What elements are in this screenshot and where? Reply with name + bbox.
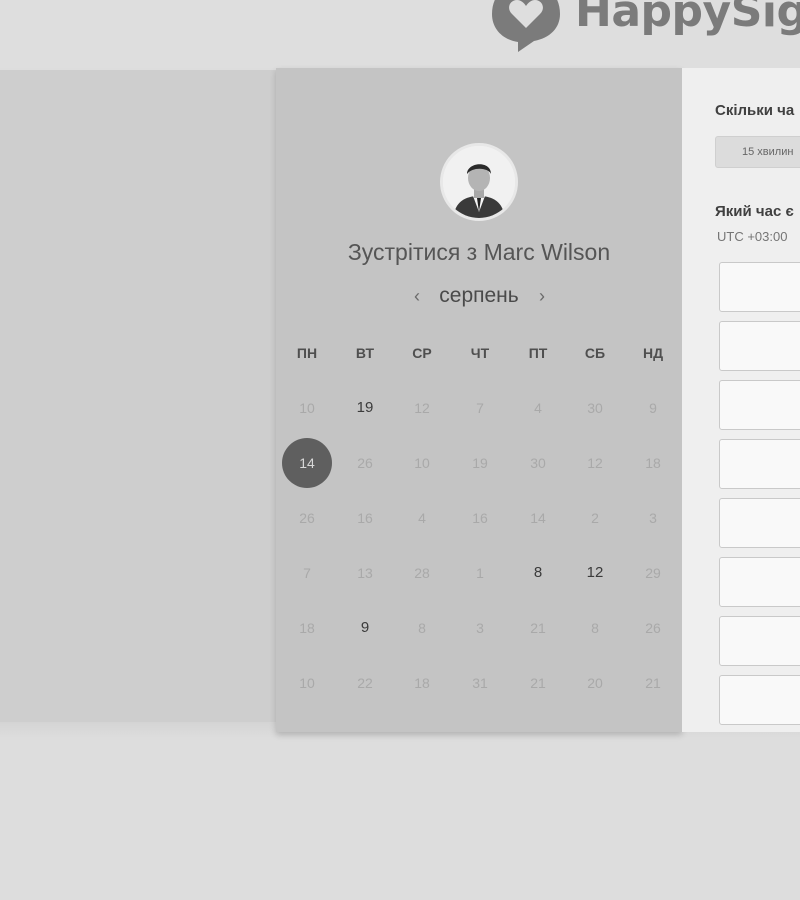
calendar-day: 30	[530, 455, 546, 471]
calendar-day: 20	[587, 675, 603, 691]
calendar-day: 8	[591, 620, 599, 636]
available-day[interactable]: 12	[570, 548, 620, 598]
available-day[interactable]: 19	[340, 383, 390, 433]
calendar-day: 13	[357, 565, 373, 581]
time-question: Який час є	[715, 203, 794, 220]
calendar-day: 21	[530, 675, 546, 691]
chevron-right-icon[interactable]: ›	[534, 286, 550, 307]
calendar-day: 28	[414, 565, 430, 581]
calendar-day: 8	[418, 620, 426, 636]
calendar-day: 14	[530, 510, 546, 526]
weekday-label: ПН	[296, 345, 318, 361]
time-slot[interactable]	[719, 616, 800, 666]
calendar-day: 1	[476, 565, 484, 581]
calendar-panel: Зустрітися з Marc Wilson серпень ‹ › ПН В…	[276, 68, 682, 732]
header: HappySign	[0, 0, 800, 68]
calendar-day: 4	[418, 510, 426, 526]
calendar-day: 31	[472, 675, 488, 691]
calendar-day: 26	[357, 455, 373, 471]
weekday-label: СР	[412, 345, 432, 361]
calendar-day: 29	[645, 565, 661, 581]
calendar-day: 16	[357, 510, 373, 526]
time-slot[interactable]	[719, 321, 800, 371]
selected-day[interactable]: 14	[282, 438, 332, 488]
user-avatar-photo	[443, 146, 515, 218]
calendar-day: 10	[299, 400, 315, 416]
calendar-day: 7	[303, 565, 311, 581]
calendar-day: 26	[645, 620, 661, 636]
calendar-day: 21	[645, 675, 661, 691]
avatar	[440, 143, 518, 221]
weekday-label: СБ	[584, 345, 606, 361]
time-slot[interactable]	[719, 557, 800, 607]
calendar-day: 2	[591, 510, 599, 526]
calendar-day: 22	[357, 675, 373, 691]
weekday-label: ВТ	[355, 345, 375, 361]
calendar-day: 10	[414, 455, 430, 471]
booking-panel: Скільки ча 15 хвилин Який час є UTC +03:…	[682, 68, 800, 732]
weekday-label: ПТ	[528, 345, 548, 361]
chevron-left-icon[interactable]: ‹	[409, 286, 425, 307]
left-panel	[0, 70, 276, 722]
calendar-day: 3	[476, 620, 484, 636]
available-day[interactable]: 8	[513, 548, 563, 598]
calendar-day: 18	[414, 675, 430, 691]
weekday-label: ЧТ	[470, 345, 490, 361]
weekday-label: НД	[642, 345, 664, 361]
calendar-day: 30	[587, 400, 603, 416]
meet-title: Зустрітися з Marc Wilson	[347, 239, 611, 265]
month-label: серпень	[439, 284, 519, 307]
calendar-day: 12	[587, 455, 603, 471]
calendar-day: 12	[414, 400, 430, 416]
timezone-label: UTC +03:00	[717, 229, 788, 244]
calendar-day: 18	[299, 620, 315, 636]
month-nav: серпень ‹ ›	[276, 284, 682, 314]
time-slot[interactable]	[719, 380, 800, 430]
calendar-day: 9	[649, 400, 657, 416]
duration-option-button[interactable]: 15 хвилин	[715, 136, 800, 168]
brand-name: HappySign	[575, 0, 800, 37]
time-slot[interactable]	[719, 498, 800, 548]
calendar-day: 10	[299, 675, 315, 691]
duration-question: Скільки ча	[715, 102, 795, 119]
calendar-day: 7	[476, 400, 484, 416]
available-day[interactable]: 9	[340, 603, 390, 653]
calendar-day: 21	[530, 620, 546, 636]
time-slot[interactable]	[719, 439, 800, 489]
calendar-day: 3	[649, 510, 657, 526]
time-slot[interactable]	[719, 262, 800, 312]
time-slot[interactable]	[719, 675, 800, 725]
calendar-day: 4	[534, 400, 542, 416]
calendar-day: 16	[472, 510, 488, 526]
speech-bubble-heart-icon	[492, 0, 560, 52]
calendar-day: 26	[299, 510, 315, 526]
calendar-day: 18	[645, 455, 661, 471]
calendar-day: 19	[472, 455, 488, 471]
